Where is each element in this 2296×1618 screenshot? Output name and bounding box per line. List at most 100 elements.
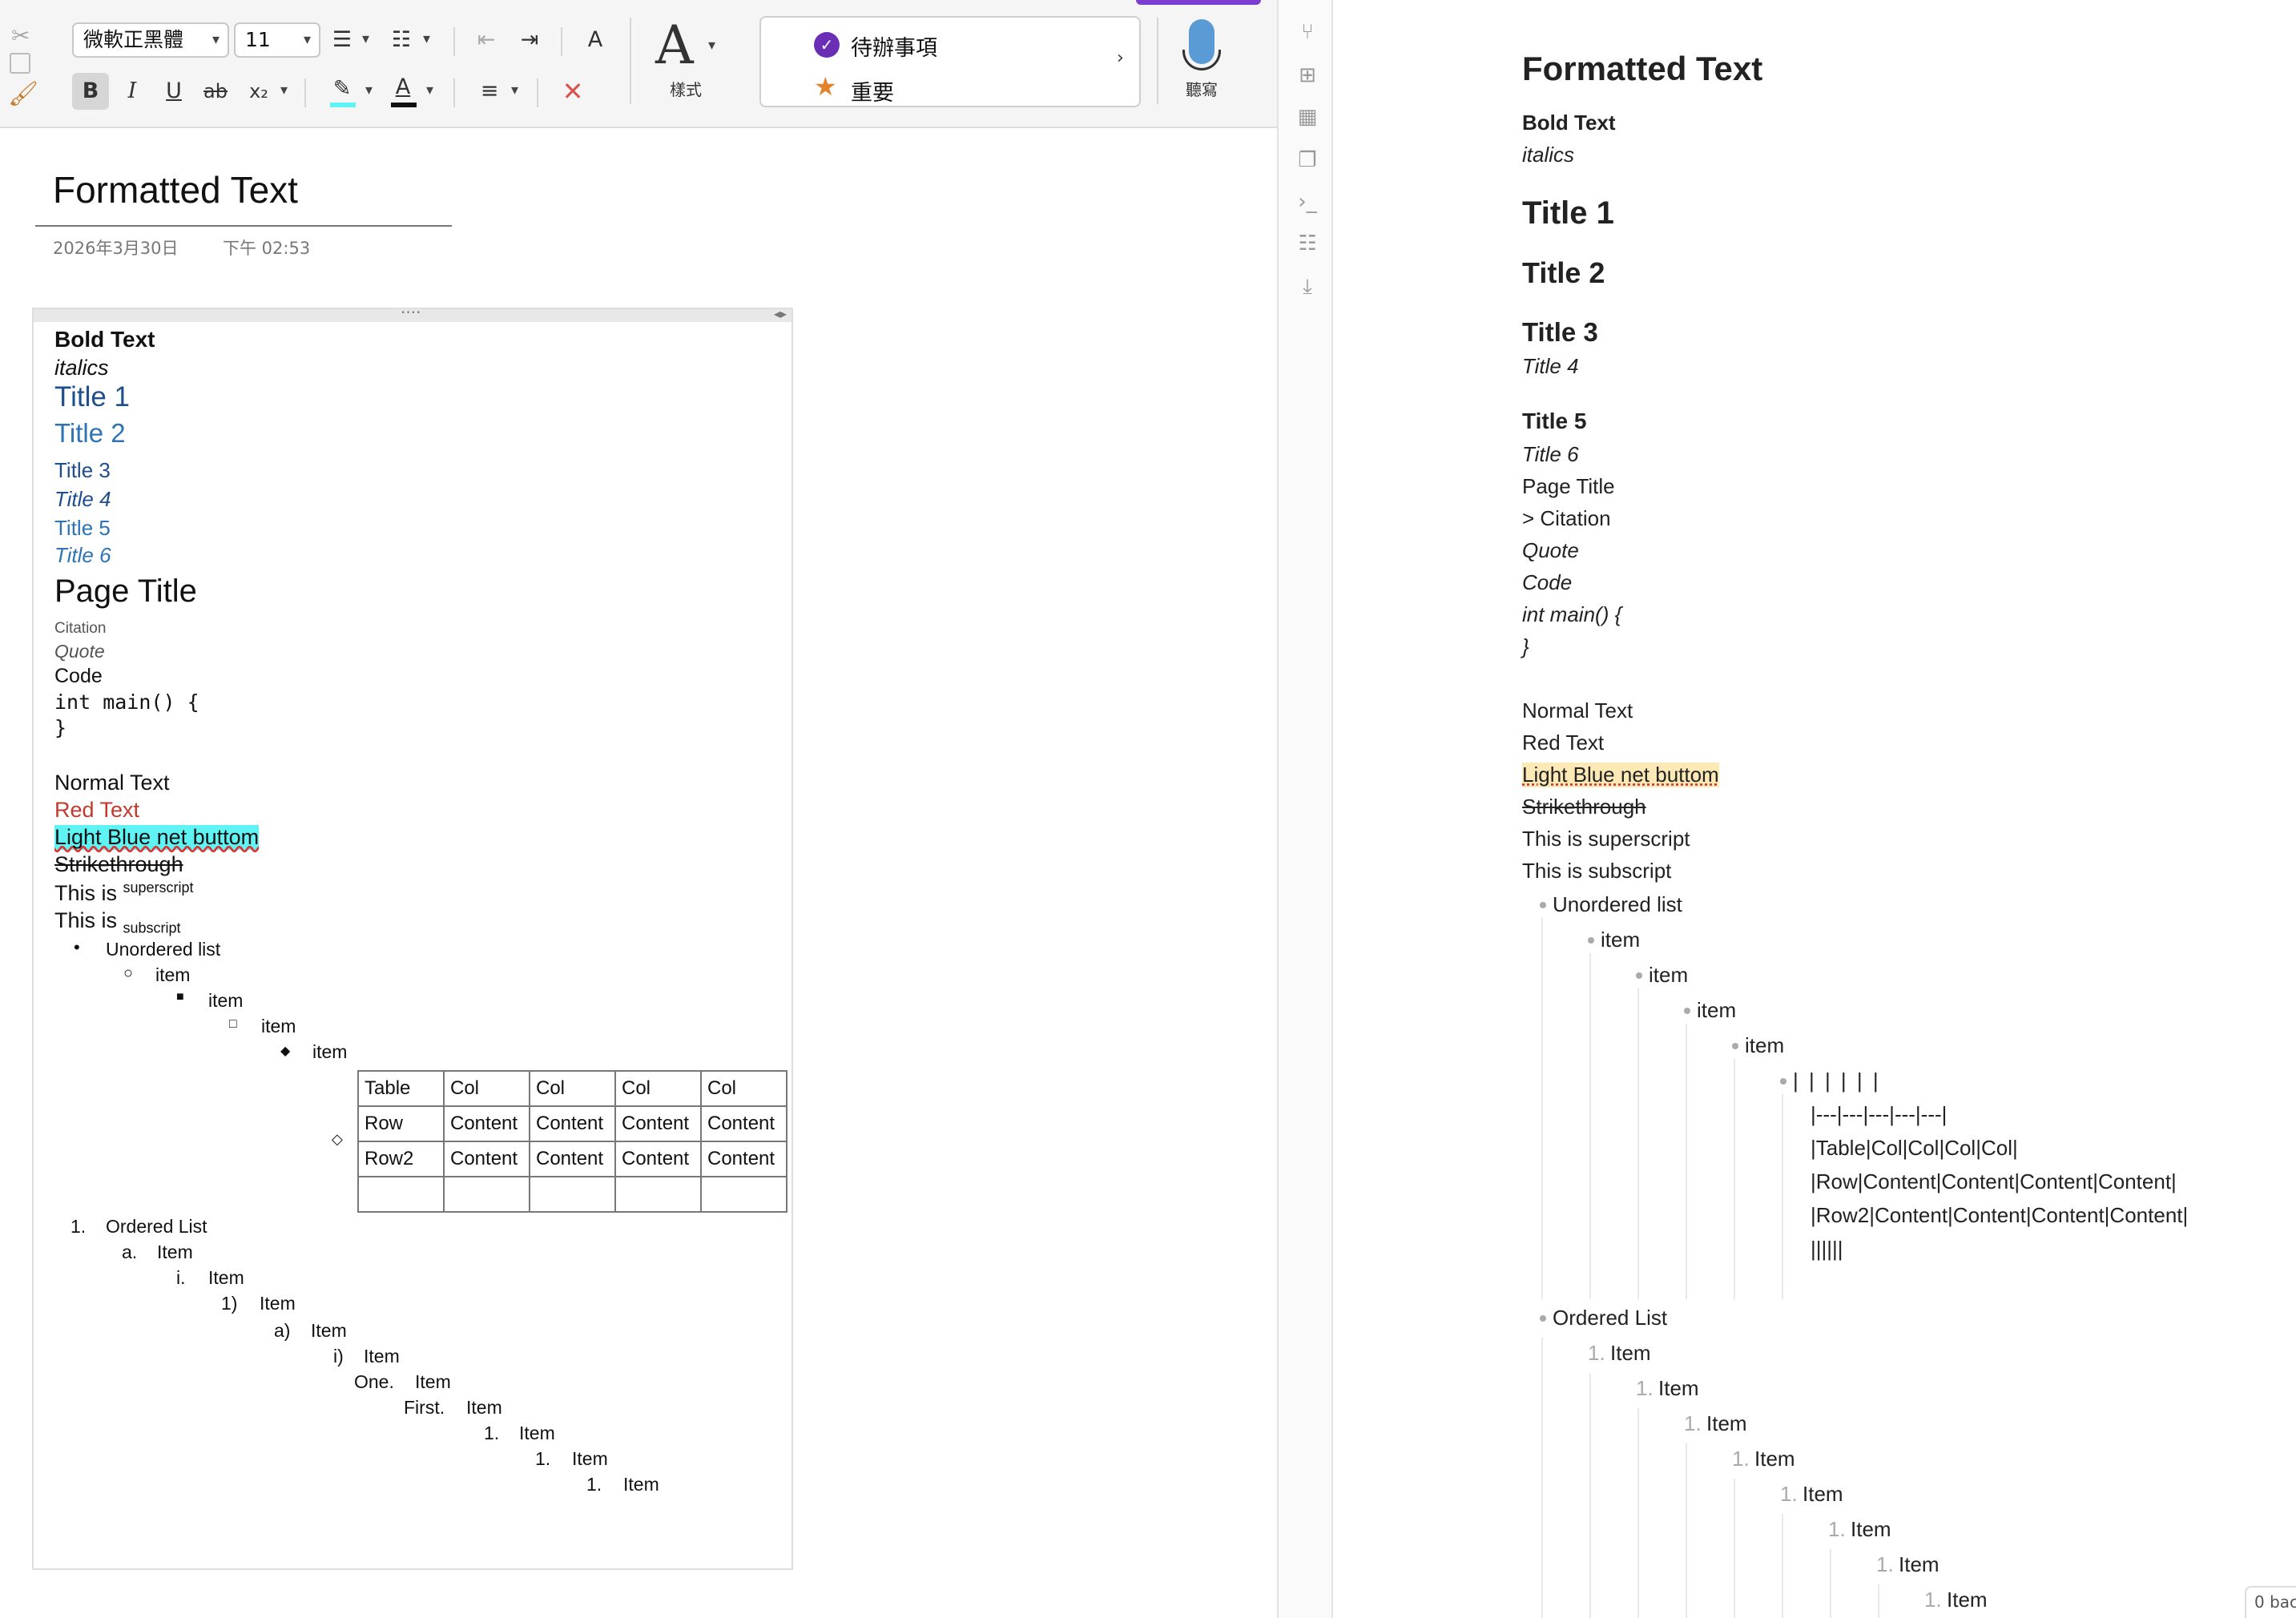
align-icon[interactable]: ≡ [471, 73, 508, 110]
md-bullet [1732, 1043, 1738, 1049]
clear-formatting-icon[interactable]: A [577, 22, 614, 58]
format-painter-icon[interactable]: 🖌 [8, 80, 38, 108]
title-5: Title 5 [54, 516, 111, 540]
chevron-down-icon[interactable]: ▾ [708, 37, 715, 54]
strikethrough-text: Strikethrough [54, 852, 183, 876]
subscript-button[interactable]: x₂ [240, 73, 277, 110]
code-line-1: int main() { [54, 690, 199, 714]
table-cell[interactable]: Content [700, 1141, 787, 1177]
list-marker: 1. [586, 1474, 602, 1495]
separator [453, 78, 455, 107]
table-cell[interactable]: Content [443, 1141, 530, 1177]
page-title-style: Page Title [54, 574, 197, 609]
table-cell[interactable]: Row [357, 1105, 445, 1142]
table-row: Row Content Content Content Content [357, 1105, 787, 1142]
md-superscript: This is superscript [1522, 827, 1690, 851]
chevron-down-icon[interactable]: ▾ [362, 30, 369, 47]
list-item: Item [623, 1474, 659, 1495]
table-cell[interactable]: Content [614, 1105, 702, 1142]
table-cell[interactable] [443, 1176, 530, 1213]
table-cell[interactable]: Content [443, 1105, 530, 1142]
decrease-indent-icon[interactable]: ⇤ [468, 22, 505, 58]
table-cell[interactable]: Row2 [357, 1141, 445, 1177]
page-title[interactable]: Formatted Text [53, 168, 298, 211]
indent-guide [1686, 1024, 1687, 1299]
drag-handle-icon[interactable]: ···· [401, 303, 421, 322]
list-item: Item [157, 1242, 193, 1262]
calendar-icon[interactable]: ▦ [1296, 106, 1319, 128]
container-handle[interactable]: ···· ◂▸ [34, 303, 792, 322]
indent-guide [1734, 1479, 1735, 1618]
delete-icon[interactable]: ✕ [554, 73, 591, 110]
table-cell[interactable] [529, 1176, 616, 1213]
md-list-item: item [1745, 1033, 1785, 1057]
title-1: Title 1 [54, 381, 131, 413]
numbered-list-icon[interactable]: ☷ [383, 22, 420, 58]
tag-important-label[interactable]: 重要 [851, 75, 894, 107]
highlighted-text-label: Light Blue net buttom [54, 825, 260, 849]
indent-guide [1878, 1584, 1879, 1618]
tag-todo-label[interactable]: 待辦事項 [851, 30, 937, 62]
content-table[interactable]: Table Col Col Col Col Row Content Content Conte… [357, 1070, 787, 1213]
md-normal: Normal Text [1522, 698, 1633, 722]
table-cell[interactable] [357, 1176, 445, 1213]
font-color-icon[interactable]: A [385, 69, 421, 106]
subscript-text: subscript [123, 920, 181, 936]
list-view-icon[interactable]: ☷ [1296, 232, 1319, 255]
table-cell[interactable]: Col [529, 1070, 616, 1107]
font-name-select[interactable]: 微軟正黑體 ▾ [72, 22, 229, 58]
md-list-marker: 1. [1636, 1376, 1654, 1400]
md-list-marker: 1. [1828, 1517, 1846, 1541]
chevron-right-icon[interactable]: › [1117, 48, 1124, 68]
md-list-item: Item [1658, 1376, 1699, 1400]
md-table-line: | | | | | | [1793, 1069, 1879, 1093]
tags-gallery[interactable]: ✓ 待辦事項 ★ 重要 › [759, 16, 1141, 107]
strikethrough-button[interactable]: ab [197, 73, 234, 110]
bullet-list-icon[interactable]: ☰ [324, 22, 361, 58]
table-cell[interactable]: Content [529, 1141, 616, 1177]
underline-button[interactable]: U [155, 73, 192, 110]
table-row: Row2 Content Content Content Content [357, 1141, 787, 1177]
table-cell[interactable] [700, 1176, 787, 1213]
list-item: item [312, 1041, 348, 1062]
note-container[interactable]: ···· ◂▸ Bold Text italics Title 1 Title … [32, 303, 793, 1570]
chevron-down-icon[interactable]: ▾ [365, 82, 373, 99]
increase-indent-icon[interactable]: ⇥ [511, 22, 548, 58]
superscript-text: superscript [123, 879, 194, 896]
font-color-bar [391, 103, 417, 107]
cut-icon[interactable]: ✂ [11, 22, 30, 49]
font-size-select[interactable]: 11 ▾ [234, 22, 320, 58]
table-row: Table Col Col Col Col [357, 1070, 787, 1107]
graph-icon[interactable]: ⑂ [1296, 21, 1319, 43]
page-date: 2026年3月30日 [53, 239, 179, 258]
grid-icon[interactable]: ⊞ [1296, 64, 1319, 87]
table-cell[interactable]: Content [700, 1105, 787, 1142]
font-size-value: 11 [245, 28, 271, 51]
table-cell[interactable]: Content [614, 1141, 702, 1177]
list-marker: a. [122, 1242, 138, 1262]
italic-button[interactable]: I [114, 73, 151, 110]
copy-pages-icon[interactable]: ❐ [1296, 149, 1319, 171]
table-cell[interactable]: Content [529, 1105, 616, 1142]
terminal-icon[interactable]: ›_ [1296, 191, 1319, 213]
resize-handle-icon[interactable]: ◂▸ [774, 306, 787, 321]
highlight-color-bar [330, 103, 356, 107]
chevron-down-icon[interactable]: ▾ [280, 82, 288, 99]
table-cell[interactable]: Col [700, 1070, 787, 1107]
copy-icon[interactable] [10, 53, 30, 74]
table-cell[interactable]: Table [357, 1070, 445, 1107]
list-item: Item [519, 1423, 555, 1443]
table-cell[interactable]: Col [614, 1070, 702, 1107]
list-marker: a) [274, 1320, 291, 1341]
chevron-down-icon[interactable]: ▾ [423, 30, 430, 47]
chevron-down-icon[interactable]: ▾ [426, 82, 433, 99]
chevron-down-icon[interactable]: ▾ [511, 82, 518, 99]
separator [453, 27, 455, 56]
table-cell[interactable] [614, 1176, 702, 1213]
styles-icon[interactable]: A [655, 14, 694, 76]
bold-button[interactable]: B [72, 73, 109, 110]
table-cell[interactable]: Col [443, 1070, 530, 1107]
md-bullet [1540, 902, 1546, 908]
download-icon[interactable]: ⤓ [1296, 276, 1319, 298]
md-title-5: Title 5 [1522, 409, 1587, 433]
